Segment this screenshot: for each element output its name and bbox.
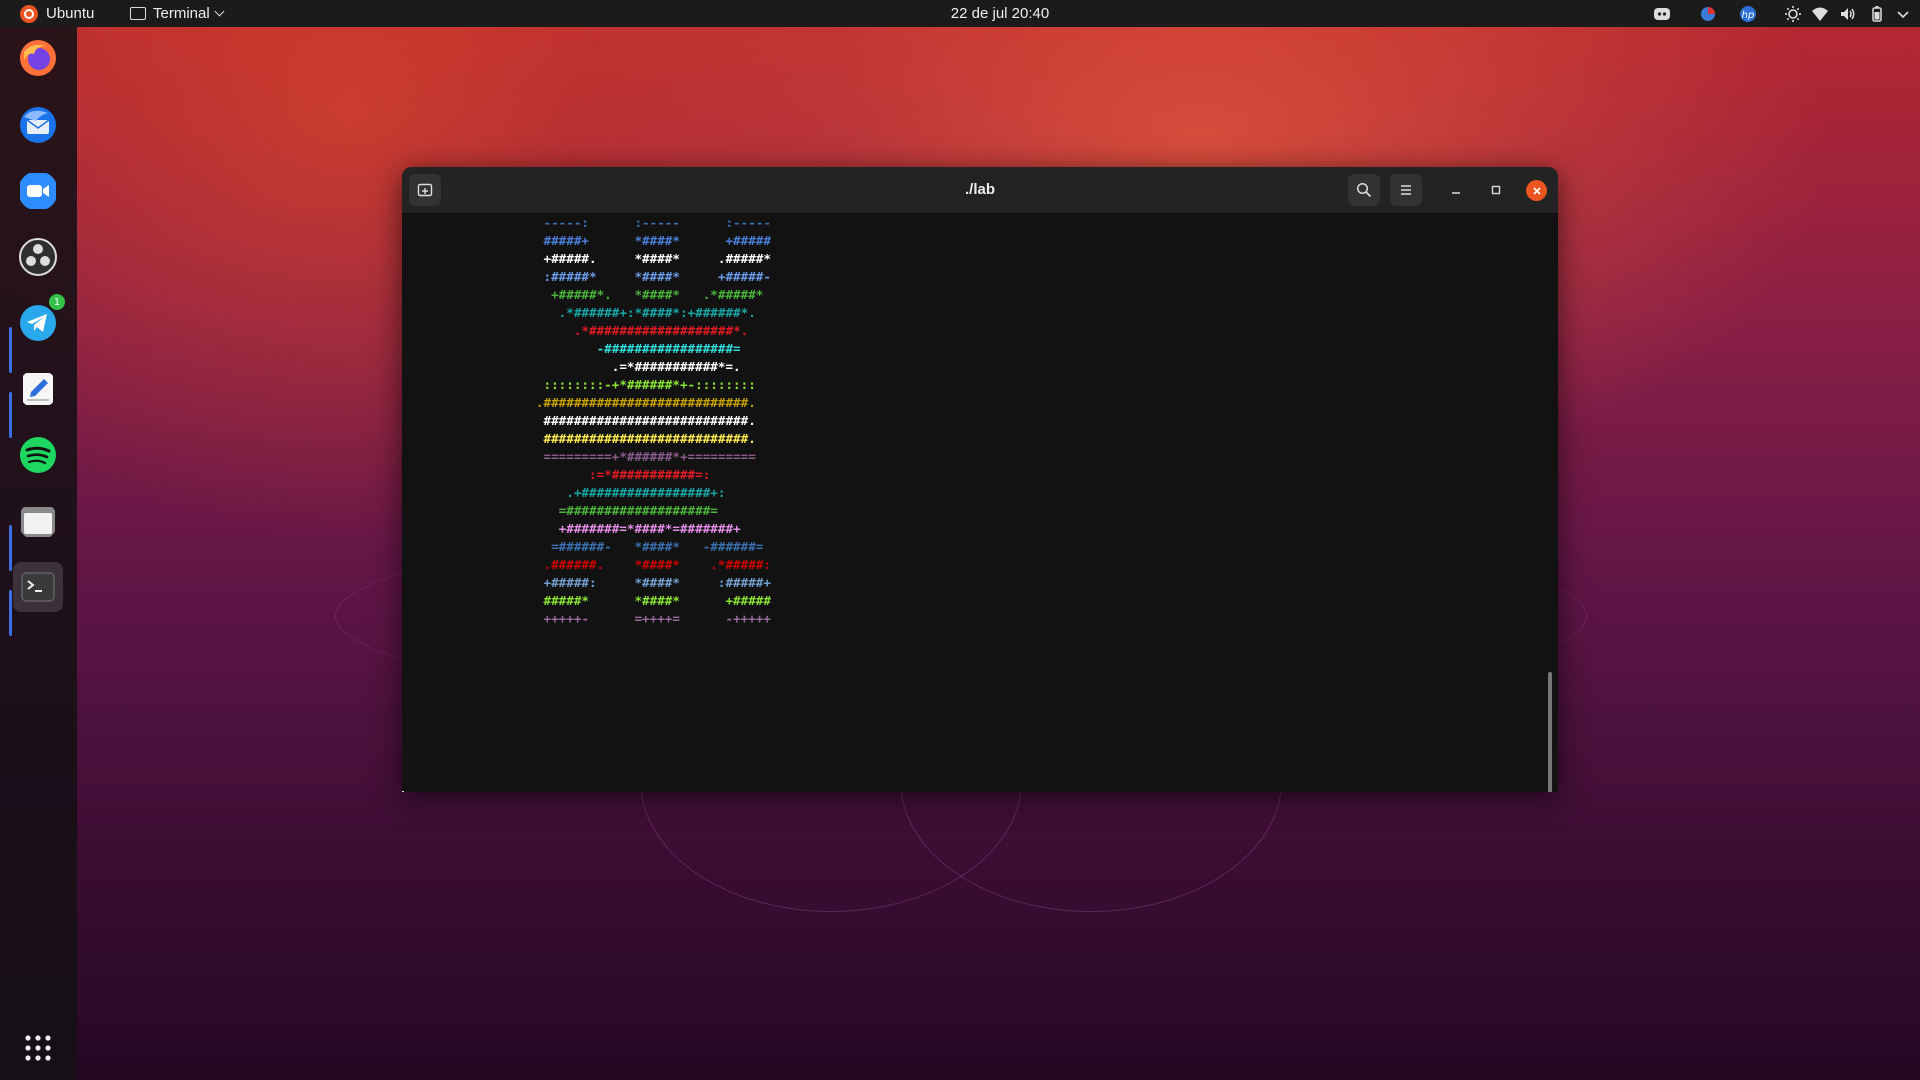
terminal-app-icon xyxy=(21,572,55,602)
terminal-line: :#####* *####* +#####- xyxy=(498,269,771,284)
window-title: ./lab xyxy=(964,181,995,198)
search-button[interactable] xyxy=(1348,174,1380,206)
terminal-line: +#####: *####* :#####+ xyxy=(498,575,771,590)
dock-thunderbird[interactable] xyxy=(13,100,63,150)
terminal-line: ::::::::-+*######*+-:::::::: xyxy=(498,377,756,392)
text-cursor xyxy=(402,791,404,792)
window-header[interactable]: ./lab xyxy=(402,167,1558,214)
terminal-line: .######. *####* .*#####: xyxy=(498,557,771,572)
terminal-line: #####* *####* +##### xyxy=(498,593,771,608)
terminal-icon xyxy=(130,7,146,20)
volume-icon[interactable] xyxy=(1839,5,1857,23)
terminal-line: =========+*######*+========= xyxy=(498,449,756,464)
terminal-line: ###########################. xyxy=(498,431,756,446)
terminal-line: :=*###########=: xyxy=(498,467,711,482)
terminal-scrollbar[interactable] xyxy=(1548,672,1552,792)
terminal-window: ./lab -----: :----- :----- #####+ *####*… xyxy=(402,167,1558,792)
telegram-running-indicator xyxy=(9,327,12,373)
svg-text:hp: hp xyxy=(1742,10,1755,21)
app-menu[interactable]: Terminal xyxy=(130,0,225,27)
terminal-output[interactable]: -----: :----- :----- #####+ *####* +####… xyxy=(402,214,1558,792)
clock-label: 22 de jul 20:40 xyxy=(950,5,1050,22)
terminal-line: .=*###########*=. xyxy=(498,359,741,374)
files-running-indicator xyxy=(9,525,12,571)
zoom-icon xyxy=(20,173,56,209)
vpn-tray-icon[interactable] xyxy=(1699,5,1717,23)
terminal-line: .+#################+: xyxy=(498,485,726,500)
app-menu-label: Terminal xyxy=(153,5,210,22)
thunderbird-icon xyxy=(20,107,56,143)
spotify-icon xyxy=(20,437,56,473)
hamburger-menu-icon xyxy=(1401,185,1411,195)
firefox-icon xyxy=(20,40,56,76)
ascii-art: -----: :----- :----- #####+ *####* +####… xyxy=(498,214,771,628)
activities-button[interactable]: Ubuntu xyxy=(20,0,94,27)
terminal-line: +#####. *####* .#####* xyxy=(498,251,771,266)
dock-terminal[interactable] xyxy=(13,562,63,612)
dock-firefox[interactable] xyxy=(13,33,63,83)
dock-zoom[interactable] xyxy=(13,166,63,216)
dock-text-editor[interactable] xyxy=(13,364,63,414)
terminal-line: ###########################. xyxy=(498,413,756,428)
editor-running-indicator xyxy=(9,392,12,438)
dock-obs[interactable] xyxy=(13,232,63,282)
search-icon xyxy=(1356,182,1372,198)
dock: 1 xyxy=(0,27,77,1080)
files-icon xyxy=(21,507,55,537)
menu-button[interactable] xyxy=(1390,174,1422,206)
chevron-down-icon xyxy=(214,6,225,17)
brightness-icon[interactable] xyxy=(1784,5,1802,23)
show-applications-button[interactable] xyxy=(13,1023,63,1073)
terminal-line: =###################= xyxy=(498,503,718,518)
close-button[interactable] xyxy=(1526,180,1547,201)
obs-icon xyxy=(19,238,57,276)
telegram-badge: 1 xyxy=(49,294,65,310)
maximize-button[interactable] xyxy=(1486,180,1506,200)
terminal-line: -#################= xyxy=(498,341,741,356)
terminal-line: +#####*. *####* .*#####* xyxy=(498,287,764,302)
minimize-button[interactable] xyxy=(1446,180,1466,200)
text-editor-icon xyxy=(23,373,53,405)
top-bar: Ubuntu Terminal 22 de jul 20:40 hp xyxy=(0,0,1920,27)
dock-spotify[interactable] xyxy=(13,430,63,480)
dock-files[interactable] xyxy=(13,496,63,546)
battery-icon[interactable] xyxy=(1868,5,1886,23)
terminal-line: =######- *####* -######= xyxy=(498,539,764,554)
telegram-icon xyxy=(20,305,56,341)
wifi-icon[interactable] xyxy=(1811,5,1829,23)
terminal-line: .*###################*. xyxy=(498,323,749,338)
terminal-line: .###########################. xyxy=(498,395,756,410)
hp-tray-icon[interactable]: hp xyxy=(1739,5,1757,23)
system-menu-chevron-icon[interactable] xyxy=(1894,5,1912,23)
maximize-icon xyxy=(1491,185,1501,195)
terminal-line: #####+ *####* +##### xyxy=(498,233,771,248)
terminal-line: -----: :----- :----- xyxy=(498,215,771,230)
close-icon xyxy=(1532,186,1541,195)
app-grid-icon xyxy=(25,1035,51,1061)
terminal-running-indicator xyxy=(9,590,12,636)
terminal-line: +++++- =++++= -+++++ xyxy=(498,611,771,626)
activities-label: Ubuntu xyxy=(46,5,95,22)
minimize-icon xyxy=(1452,192,1460,194)
dock-telegram[interactable]: 1 xyxy=(13,294,65,348)
ubuntu-logo-icon xyxy=(20,4,38,23)
clock[interactable]: 22 de jul 20:40 xyxy=(940,0,1060,27)
terminal-line: +#######=*####*=#######+ xyxy=(498,521,741,536)
terminal-line: .*######+:*####*:+######*. xyxy=(498,305,756,320)
discord-tray-icon[interactable] xyxy=(1653,5,1671,23)
